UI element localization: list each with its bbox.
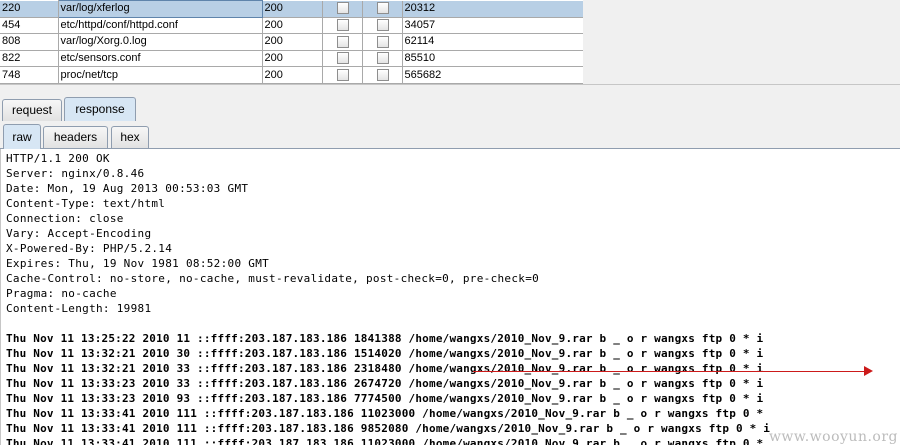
timeout-checkbox[interactable] (377, 68, 389, 81)
xferlog-entry-line: Thu Nov 11 13:33:23 2010 33 ::ffff:203.1… (6, 377, 764, 390)
table-row[interactable]: 748 proc/net/tcp 200 565682 (0, 66, 584, 84)
row-length: 34057 (402, 17, 584, 35)
tab-response[interactable]: response (64, 97, 136, 122)
row-error-cell (322, 66, 363, 84)
timeout-checkbox[interactable] (377, 18, 389, 31)
table-empty-area (583, 0, 900, 84)
response-header-line: Date: Mon, 19 Aug 2013 00:53:03 GMT (6, 182, 249, 195)
row-status: 200 (262, 33, 323, 51)
tab-hex[interactable]: hex (111, 126, 149, 148)
error-checkbox[interactable] (337, 2, 349, 15)
xferlog-entry-line: Thu Nov 11 13:25:22 2010 11 ::ffff:203.1… (6, 332, 764, 345)
timeout-checkbox[interactable] (377, 52, 389, 65)
row-number: 822 (0, 50, 59, 68)
row-payload: etc/sensors.conf (58, 50, 263, 68)
tab-request[interactable]: request (2, 99, 62, 121)
row-timeout-cell (362, 0, 403, 18)
row-error-cell (322, 0, 363, 18)
row-status: 200 (262, 17, 323, 35)
intruder-results-window: 220 var/log/xferlog 200 20312 454 etc/httpd/c… (0, 0, 900, 445)
tab-raw[interactable]: raw (3, 124, 41, 149)
error-checkbox[interactable] (337, 18, 349, 31)
response-raw-text-area[interactable]: HTTP/1.1 200 OK Server: nginx/0.8.46 Date:… (0, 149, 900, 445)
row-error-cell (322, 50, 363, 68)
response-header-line: HTTP/1.1 200 OK (6, 152, 110, 165)
response-header-line: Server: nginx/0.8.46 (6, 167, 145, 180)
view-mode-tabbar: raw headers hex (0, 121, 900, 149)
row-error-cell (322, 33, 363, 51)
row-timeout-cell (362, 50, 403, 68)
xferlog-entry-line: Thu Nov 11 13:33:41 2010 111 ::ffff:203.… (6, 422, 771, 435)
row-number: 748 (0, 66, 59, 84)
row-length: 20312 (402, 0, 584, 18)
timeout-checkbox[interactable] (377, 35, 389, 48)
annotation-arrow-icon (864, 366, 873, 376)
split-divider[interactable] (0, 84, 900, 98)
response-header-line: Vary: Accept-Encoding (6, 227, 152, 240)
row-number: 454 (0, 17, 59, 35)
row-status: 200 (262, 0, 323, 18)
error-checkbox[interactable] (337, 52, 349, 65)
response-header-line: Connection: close (6, 212, 124, 225)
row-number: 220 (0, 0, 59, 18)
row-timeout-cell (362, 66, 403, 84)
tab-headers[interactable]: headers (43, 126, 108, 148)
watermark: www.wooyun.org (768, 429, 898, 445)
table-row[interactable]: 822 etc/sensors.conf 200 85510 (0, 50, 584, 68)
row-timeout-cell (362, 17, 403, 35)
response-header-line: Content-Type: text/html (6, 197, 166, 210)
xferlog-entry-line: Thu Nov 11 13:33:23 2010 93 ::ffff:203.1… (6, 392, 764, 405)
row-timeout-cell (362, 33, 403, 51)
row-length: 85510 (402, 50, 584, 68)
row-length: 565682 (402, 66, 584, 84)
xferlog-entry-line: Thu Nov 11 13:32:21 2010 30 ::ffff:203.1… (6, 347, 764, 360)
row-payload: etc/httpd/conf/httpd.conf (58, 17, 263, 35)
row-length: 62114 (402, 33, 584, 51)
response-header-line: Content-Length: 19981 (6, 302, 152, 315)
row-number: 808 (0, 33, 59, 51)
xferlog-entry-line: Thu Nov 11 13:33:41 2010 111 ::ffff:203.… (6, 407, 764, 420)
response-header-line: Pragma: no-cache (6, 287, 117, 300)
row-status: 200 (262, 50, 323, 68)
row-payload: var/log/Xorg.0.log (58, 33, 263, 51)
response-header-line: Cache-Control: no-store, no-cache, must-… (6, 272, 540, 285)
table-row[interactable]: 454 etc/httpd/conf/httpd.conf 200 34057 (0, 17, 584, 35)
annotation-underline (473, 371, 866, 372)
row-status: 200 (262, 66, 323, 84)
table-row[interactable]: 220 var/log/xferlog 200 20312 (0, 0, 584, 18)
response-header-line: X-Powered-By: PHP/5.2.14 (6, 242, 173, 255)
error-checkbox[interactable] (337, 35, 349, 48)
row-error-cell (322, 17, 363, 35)
results-table: 220 var/log/xferlog 200 20312 454 etc/httpd/c… (0, 0, 584, 84)
row-payload: var/log/xferlog (57, 0, 263, 18)
row-payload: proc/net/tcp (58, 66, 263, 84)
table-row[interactable]: 808 var/log/Xorg.0.log 200 62114 (0, 33, 584, 51)
timeout-checkbox[interactable] (377, 2, 389, 15)
error-checkbox[interactable] (337, 68, 349, 81)
response-header-line: Expires: Thu, 19 Nov 1981 08:52:00 GMT (6, 257, 270, 270)
xferlog-entry-line: Thu Nov 11 13:32:21 2010 33 ::ffff:203.1… (6, 362, 764, 375)
xferlog-entry-line: Thu Nov 11 13:33:41 2010 111 ::ffff:203.… (6, 437, 764, 445)
request-response-tabbar: request response (0, 97, 900, 122)
